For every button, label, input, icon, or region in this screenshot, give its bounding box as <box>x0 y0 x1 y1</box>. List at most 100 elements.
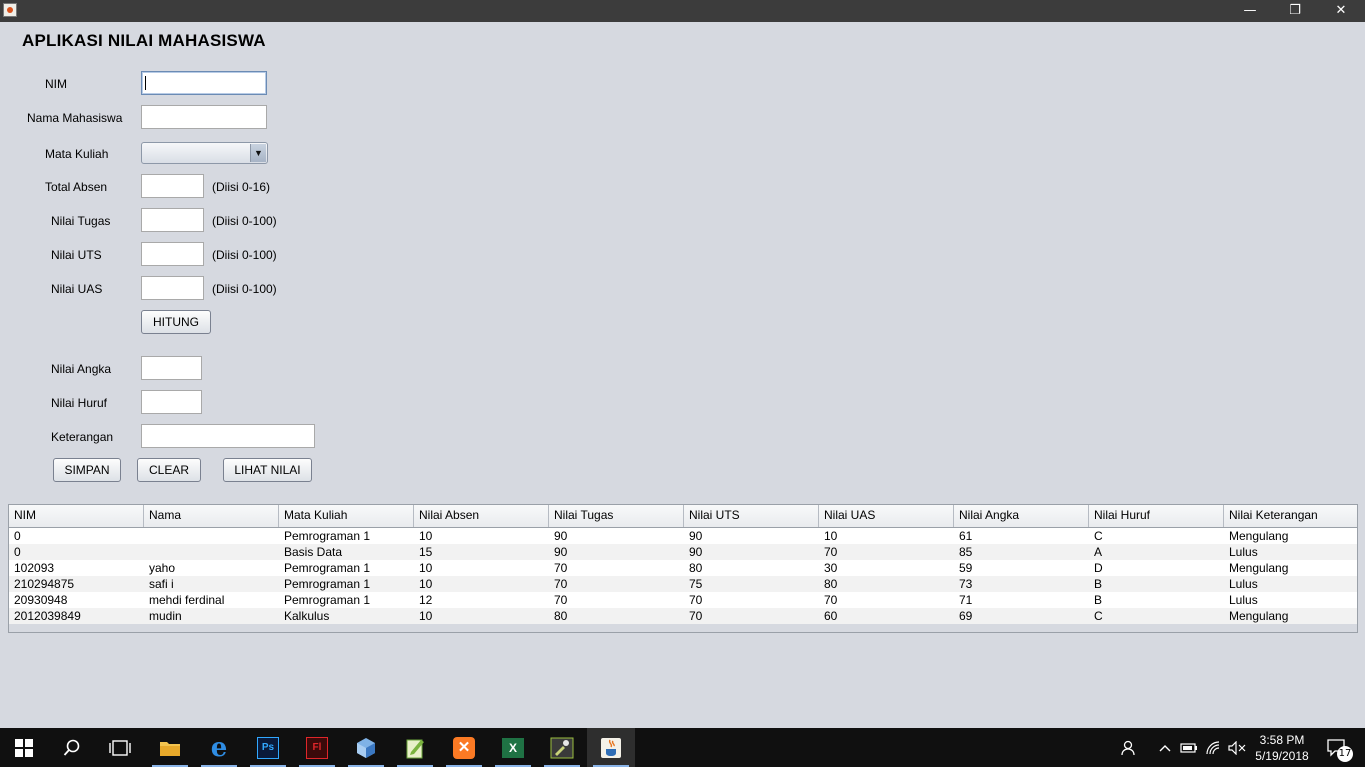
table-cell: 70 <box>554 561 568 575</box>
excel-icon[interactable]: X <box>489 728 537 767</box>
table-cell: 0 <box>14 529 21 543</box>
xampp-icon[interactable]: ✕ <box>440 728 488 767</box>
table-row[interactable]: 210294875 safi i Pemrograman 1 10 70 75 80 73 B L… <box>9 576 1357 592</box>
nama-input[interactable] <box>141 105 267 129</box>
close-button[interactable]: ✕ <box>1318 0 1364 22</box>
table-cell: Mengulang <box>1229 609 1289 623</box>
window-titlebar: — ❐ ✕ <box>0 0 1365 22</box>
tools-icon[interactable] <box>538 728 586 767</box>
mata-kuliah-label: Mata Kuliah <box>45 147 109 161</box>
table-cell: Basis Data <box>284 545 343 559</box>
hitung-button[interactable]: HITUNG <box>141 310 211 334</box>
file-explorer-icon[interactable] <box>146 728 194 767</box>
table-body: 0 Pemrograman 1 10 90 90 10 61 C Mengulang 0 Basis… <box>9 528 1357 624</box>
nilai-uts-hint: (Diisi 0-100) <box>212 248 277 262</box>
table-cell: Pemrograman 1 <box>284 561 371 575</box>
nilai-tugas-hint: (Diisi 0-100) <box>212 214 277 228</box>
column-header[interactable]: Mata Kuliah <box>279 505 414 527</box>
table-cell: Mengulang <box>1229 529 1289 543</box>
column-header[interactable]: Nilai Huruf <box>1089 505 1224 527</box>
flash-icon[interactable]: Fl <box>293 728 341 767</box>
total-absen-hint: (Diisi 0-16) <box>212 180 271 194</box>
page-title: APLIKASI NILAI MAHASISWA <box>22 31 266 50</box>
nilai-table[interactable]: NIM Nama Mata Kuliah Nilai Absen Nilai Tugas… <box>8 504 1358 633</box>
column-header[interactable]: Nilai Absen <box>414 505 549 527</box>
taskbar-clock[interactable]: 3:58 PM 5/19/2018 <box>1245 732 1319 764</box>
table-cell: 70 <box>824 593 838 607</box>
nilai-tugas-input[interactable] <box>141 208 204 232</box>
table-row[interactable]: 0 Pemrograman 1 10 90 90 10 61 C Mengulang <box>9 528 1357 544</box>
table-cell: 20930948 <box>14 593 68 607</box>
clock-date: 5/19/2018 <box>1255 749 1309 763</box>
wifi-icon[interactable] <box>1203 728 1225 767</box>
table-header: NIM Nama Mata Kuliah Nilai Absen Nilai Tugas… <box>9 505 1357 528</box>
table-cell <box>144 544 279 560</box>
total-absen-input[interactable] <box>141 174 204 198</box>
restore-button[interactable]: ❐ <box>1272 0 1318 22</box>
column-header[interactable]: Nilai UAS <box>819 505 954 527</box>
chevron-down-icon[interactable]: ▼ <box>250 144 266 162</box>
table-cell: 69 <box>959 609 973 623</box>
table-cell: Lulus <box>1229 577 1258 591</box>
java-icon[interactable] <box>587 728 635 767</box>
table-cell: 15 <box>419 545 433 559</box>
clock-time: 3:58 PM <box>1259 733 1305 747</box>
column-header[interactable]: Nilai Tugas <box>549 505 684 527</box>
simpan-button[interactable]: SIMPAN <box>53 458 121 482</box>
table-row[interactable]: 102093 yaho Pemrograman 1 10 70 80 30 59 D Mengul… <box>9 560 1357 576</box>
table-cell: 12 <box>419 593 433 607</box>
minimize-button[interactable]: — <box>1227 0 1273 22</box>
photoshop-icon[interactable]: Ps <box>244 728 292 767</box>
nim-label: NIM <box>45 77 67 91</box>
nilai-uas-label: Nilai UAS <box>51 282 103 296</box>
notepad-plus-plus-icon[interactable] <box>391 728 439 767</box>
windows-start-icon[interactable] <box>0 728 48 767</box>
notification-center-icon[interactable]: 17 <box>1322 728 1354 767</box>
table-cell: 70 <box>689 593 703 607</box>
search-icon[interactable] <box>48 728 96 767</box>
table-cell: 90 <box>554 529 568 543</box>
mata-kuliah-select[interactable]: ▼ <box>141 142 268 164</box>
nim-input[interactable] <box>141 71 267 95</box>
table-cell: 70 <box>689 609 703 623</box>
table-cell: Pemrograman 1 <box>284 593 371 607</box>
taskbar: e Ps Fl ✕ X 3:58 PM 5/19/2018 17 <box>0 728 1365 767</box>
nilai-huruf-label: Nilai Huruf <box>51 396 108 410</box>
nilai-angka-output[interactable] <box>141 356 202 380</box>
table-cell: 10 <box>824 529 838 543</box>
column-header[interactable]: Nilai Keterangan <box>1224 505 1357 527</box>
table-row[interactable]: 20930948 mehdi ferdinal Pemrograman 1 12 70 7… <box>9 592 1357 608</box>
table-cell: 90 <box>689 529 703 543</box>
table-cell: 10 <box>419 561 433 575</box>
table-cell: B <box>1094 577 1103 591</box>
table-cell: 210294875 <box>14 577 75 591</box>
column-header[interactable]: Nilai UTS <box>684 505 819 527</box>
table-cell: Kalkulus <box>284 609 330 623</box>
table-cell: 75 <box>689 577 703 591</box>
nilai-uts-input[interactable] <box>141 242 204 266</box>
table-cell: 61 <box>959 529 973 543</box>
battery-icon[interactable] <box>1178 728 1200 767</box>
table-cell: 85 <box>959 545 973 559</box>
column-header[interactable]: Nilai Angka <box>954 505 1089 527</box>
people-icon[interactable] <box>1118 728 1142 767</box>
column-header[interactable]: Nama <box>144 505 279 527</box>
edge-browser-icon[interactable]: e <box>195 728 243 767</box>
text-caret <box>145 76 146 90</box>
lihat-nilai-button[interactable]: LIHAT NILAI <box>223 458 312 482</box>
clear-button[interactable]: CLEAR <box>137 458 201 482</box>
table-row[interactable]: 0 Basis Data 15 90 90 70 85 A Lulus <box>9 544 1357 560</box>
table-row[interactable]: 2012039849 mudin Kalkulus 10 80 70 60 69 C Mengul… <box>9 608 1357 624</box>
nilai-huruf-output[interactable] <box>141 390 202 414</box>
table-cell: 73 <box>959 577 973 591</box>
chevron-up-icon[interactable] <box>1155 728 1175 767</box>
keterangan-output[interactable] <box>141 424 315 448</box>
table-cell: Pemrograman 1 <box>284 529 371 543</box>
column-header[interactable]: NIM <box>9 505 144 527</box>
table-cell: 10 <box>419 577 433 591</box>
nilai-uas-input[interactable] <box>141 276 204 300</box>
nilai-uas-hint: (Diisi 0-100) <box>212 282 277 296</box>
virtualbox-icon[interactable] <box>342 728 390 767</box>
table-cell: Lulus <box>1229 593 1258 607</box>
task-view-icon[interactable] <box>96 728 144 767</box>
